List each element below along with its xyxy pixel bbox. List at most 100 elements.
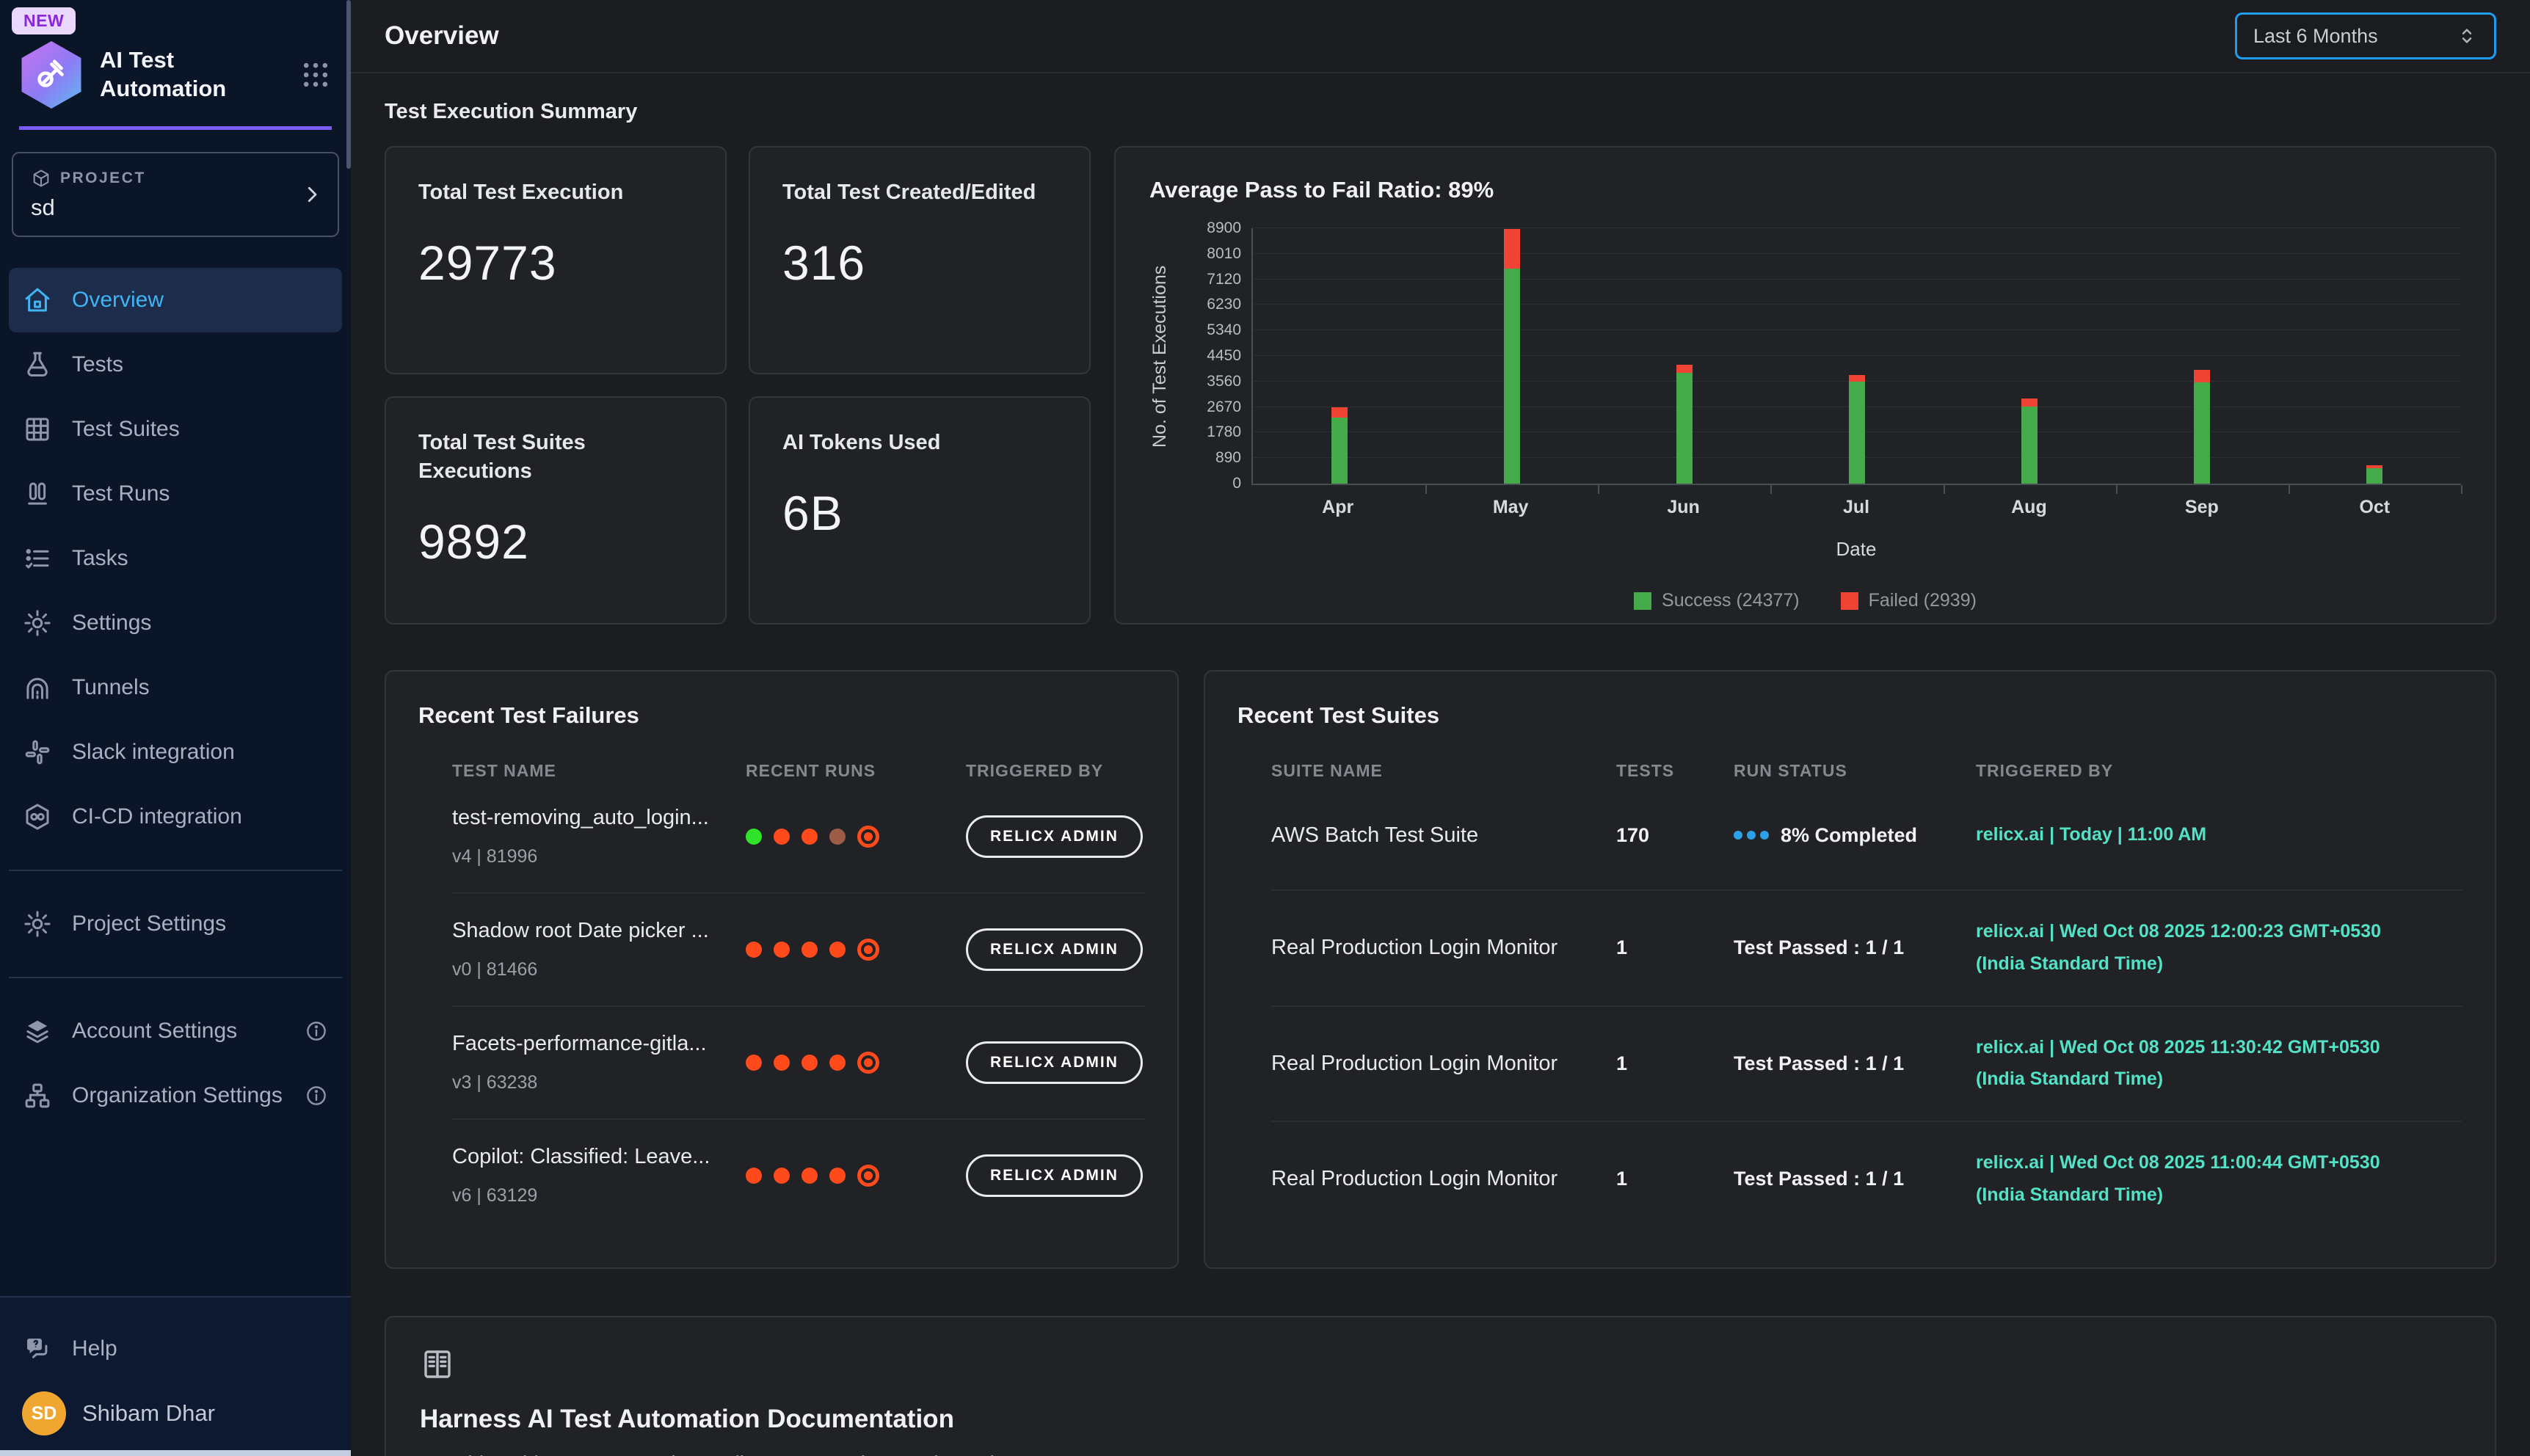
run-status-dot-fail[interactable] xyxy=(801,829,818,845)
run-status-dot-error[interactable] xyxy=(829,829,846,845)
suite-name[interactable]: Real Production Login Monitor xyxy=(1271,936,1616,960)
sidebar-item-help[interactable]: Help xyxy=(9,1317,342,1381)
suites-table: SUITE NAMETESTSRUN STATUSTRIGGERED BYAWS… xyxy=(1237,761,2462,1237)
table-row[interactable]: Real Production Login Monitor1Test Passe… xyxy=(1271,1007,2462,1123)
run-status-dot-fail[interactable] xyxy=(774,1055,790,1071)
sidebar-item-test-runs[interactable]: Test Runs xyxy=(9,462,342,526)
bar-sep[interactable] xyxy=(2194,228,2210,484)
sidebar-item-ci-cd-integration[interactable]: CI-CD integration xyxy=(9,785,342,849)
latest-run-target-icon[interactable] xyxy=(857,826,879,848)
table-row[interactable]: Facets-performance-gitla... v3 | 63238 REL… xyxy=(452,1007,1145,1120)
time-range-select[interactable]: Last 6 Months xyxy=(2235,12,2496,59)
triggered-by-button[interactable]: RELICX ADMIN xyxy=(966,928,1143,971)
run-status-dot-fail[interactable] xyxy=(774,829,790,845)
run-status-dot-fail[interactable] xyxy=(746,942,762,958)
sidebar-item-label: Overview xyxy=(72,287,164,313)
bar-aug[interactable] xyxy=(2021,228,2038,484)
legend-item[interactable]: Failed (2939) xyxy=(1841,590,1977,611)
run-status-dot-fail[interactable] xyxy=(746,1055,762,1071)
sidebar-item-slack-integration[interactable]: Slack integration xyxy=(9,720,342,785)
chart-y-tick: 2670 xyxy=(1207,398,1241,416)
legend-item[interactable]: Success (24377) xyxy=(1634,590,1800,611)
table-row[interactable]: Real Production Login Monitor1Test Passe… xyxy=(1271,1122,2462,1237)
select-chevrons-icon xyxy=(2456,25,2478,47)
suite-name[interactable]: Real Production Login Monitor xyxy=(1271,1167,1616,1191)
test-name[interactable]: Copilot: Classified: Leave... xyxy=(452,1145,731,1169)
triggered-by-button[interactable]: RELICX ADMIN xyxy=(966,815,1143,858)
chart-x-tick xyxy=(1425,485,1427,494)
chart-x-tick xyxy=(2461,485,2462,494)
app-switcher-icon[interactable] xyxy=(299,59,332,91)
bar-may[interactable] xyxy=(1504,228,1520,484)
run-status-dot-fail[interactable] xyxy=(774,942,790,958)
run-status-dot-fail[interactable] xyxy=(801,1055,818,1071)
run-status-dot-fail[interactable] xyxy=(829,1055,846,1071)
project-selector[interactable]: PROJECT sd xyxy=(12,152,339,237)
legend-label: Success (24377) xyxy=(1662,590,1800,611)
bar-apr[interactable] xyxy=(1331,228,1348,484)
sidebar-item-account-settings[interactable]: Account Settings xyxy=(9,999,342,1063)
triggered-by-text[interactable]: relicx.ai | Today | 11:00 AM xyxy=(1976,819,2431,851)
triggered-by-button[interactable]: RELICX ADMIN xyxy=(966,1041,1143,1084)
run-status-dot-fail[interactable] xyxy=(829,1168,846,1184)
test-name[interactable]: test-removing_auto_login... xyxy=(452,806,731,830)
chart-y-tick: 1780 xyxy=(1207,423,1241,441)
run-status-dot-fail[interactable] xyxy=(829,942,846,958)
stat-title: Total Test Suites Executions xyxy=(418,429,693,486)
info-icon[interactable] xyxy=(304,1083,329,1108)
sidebar-item-settings[interactable]: Settings xyxy=(9,591,342,655)
new-badge: NEW xyxy=(12,7,76,34)
triggered-by-text[interactable]: relicx.ai | Wed Oct 08 2025 11:30:42 GMT… xyxy=(1976,1032,2431,1096)
bar-segment-success xyxy=(1676,373,1693,484)
sidebar-item-test-suites[interactable]: Test Suites xyxy=(9,397,342,462)
triggered-by-button[interactable]: RELICX ADMIN xyxy=(966,1154,1143,1197)
run-status-dot-fail[interactable] xyxy=(801,942,818,958)
test-version-id: v6 | 63129 xyxy=(452,1185,731,1206)
test-version-id: v3 | 63238 xyxy=(452,1072,731,1093)
sidebar-scrollbar[interactable] xyxy=(346,0,351,169)
bar-jun[interactable] xyxy=(1676,228,1693,484)
sidebar-item-tests[interactable]: Tests xyxy=(9,332,342,397)
table-row[interactable]: test-removing_auto_login...v4 | 81996REL… xyxy=(452,781,1145,894)
table-row[interactable]: Copilot: Classified: Leave... v6 | 63129 R… xyxy=(452,1120,1145,1231)
table-row[interactable]: Shadow root Date picker ...v0 | 81466REL… xyxy=(452,894,1145,1007)
failures-table: TEST NAMERECENT RUNSTRIGGERED BYtest-rem… xyxy=(418,761,1145,1231)
stat-value: 316 xyxy=(782,235,1057,291)
triggered-by-text[interactable]: relicx.ai | Wed Oct 08 2025 11:00:44 GMT… xyxy=(1976,1147,2431,1212)
table-row[interactable]: AWS Batch Test Suite1708% Completedrelic… xyxy=(1271,781,2462,891)
table-header-row: SUITE NAMETESTSRUN STATUSTRIGGERED BY xyxy=(1271,761,2462,781)
test-name[interactable]: Facets-performance-gitla... xyxy=(452,1032,731,1056)
run-status-dot-fail[interactable] xyxy=(774,1168,790,1184)
sidebar-item-label: Settings xyxy=(72,610,151,636)
suite-name[interactable]: AWS Batch Test Suite xyxy=(1271,823,1616,848)
test-name[interactable]: Shadow root Date picker ... xyxy=(452,919,731,943)
horizontal-scrollbar[interactable] xyxy=(0,1450,351,1456)
column-header: TEST NAME xyxy=(452,761,746,781)
stat-card-ai-tokens: AI Tokens Used 6B xyxy=(749,396,1091,625)
chart-y-tick: 4450 xyxy=(1207,347,1241,365)
latest-run-target-icon[interactable] xyxy=(857,1052,879,1074)
chart-x-labels: AprMayJunJulAugSepOct xyxy=(1251,497,2461,531)
bar-jul[interactable] xyxy=(1849,228,1865,484)
sidebar-item-project-settings[interactable]: Project Settings xyxy=(9,892,342,956)
stats-grid: Total Test Execution 29773 Total Test Cr… xyxy=(385,146,1091,625)
suite-name[interactable]: Real Production Login Monitor xyxy=(1271,1052,1616,1076)
sidebar-item-organization-settings[interactable]: Organization Settings xyxy=(9,1063,342,1128)
triggered-by-text[interactable]: relicx.ai | Wed Oct 08 2025 12:00:23 GMT… xyxy=(1976,916,2431,980)
latest-run-target-icon[interactable] xyxy=(857,939,879,961)
chart-x-tick xyxy=(2289,485,2290,494)
stat-value: 29773 xyxy=(418,235,693,291)
sidebar-item-tasks[interactable]: Tasks xyxy=(9,526,342,591)
sidebar-nav-tertiary: Account SettingsOrganization Settings xyxy=(0,999,351,1128)
latest-run-target-icon[interactable] xyxy=(857,1165,879,1187)
sidebar-item-overview[interactable]: Overview xyxy=(9,268,342,332)
table-header-row: TEST NAMERECENT RUNSTRIGGERED BY xyxy=(452,761,1145,781)
table-row[interactable]: Real Production Login Monitor1Test Passe… xyxy=(1271,891,2462,1007)
run-status-dot-pass[interactable] xyxy=(746,829,762,845)
info-icon[interactable] xyxy=(304,1019,329,1044)
user-menu[interactable]: SD Shibam Dhar xyxy=(9,1381,342,1446)
sidebar-item-tunnels[interactable]: Tunnels xyxy=(9,655,342,720)
run-status-dot-fail[interactable] xyxy=(801,1168,818,1184)
run-status-dot-fail[interactable] xyxy=(746,1168,762,1184)
bar-oct[interactable] xyxy=(2366,228,2382,484)
